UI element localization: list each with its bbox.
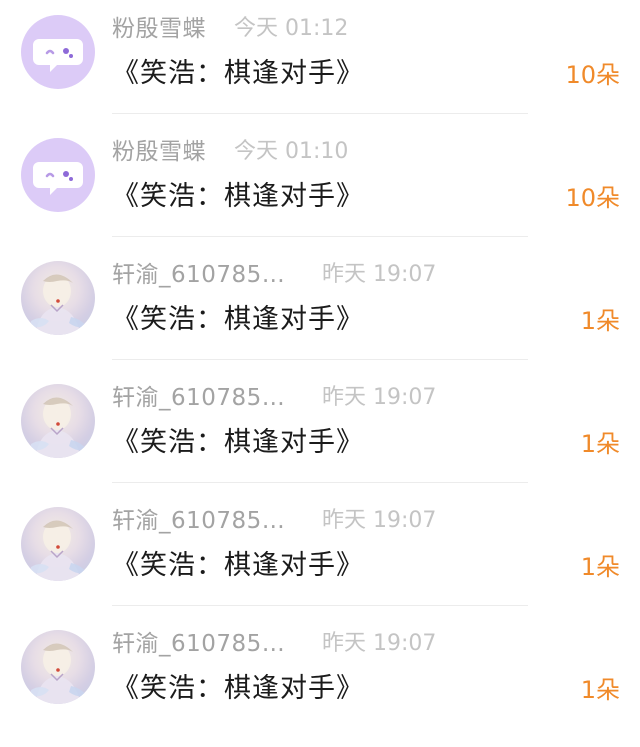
sender-name[interactable]: 轩渝_610785… xyxy=(112,629,285,659)
work-title[interactable]: 《笑浩：棋逢对手》 xyxy=(112,424,364,462)
user-photo xyxy=(31,520,87,581)
timestamp: 昨天 19:07 xyxy=(322,262,437,287)
gift-count: 10朵 xyxy=(565,184,620,212)
work-title[interactable]: 《笑浩：棋逢对手》 xyxy=(112,55,364,93)
sender-name[interactable]: 粉殷雪蝶 xyxy=(112,137,206,167)
work-title[interactable]: 《笑浩：棋逢对手》 xyxy=(112,547,364,585)
work-title[interactable]: 《笑浩：棋逢对手》 xyxy=(112,301,364,339)
sender-name[interactable]: 轩渝_610785… xyxy=(112,383,285,413)
divider xyxy=(112,113,528,114)
list-item[interactable]: 粉殷雪蝶 今天 01:10 《笑浩：棋逢对手》 10朵 xyxy=(0,123,640,246)
divider xyxy=(112,236,528,237)
avatar[interactable] xyxy=(21,138,95,212)
divider xyxy=(112,482,528,483)
avatar[interactable] xyxy=(21,630,95,704)
gift-record-list: 粉殷雪蝶 今天 01:12 《笑浩：棋逢对手》 10朵 粉殷雪蝶 今天 01:1… xyxy=(0,0,640,747)
list-item[interactable]: 粉殷雪蝶 今天 01:12 《笑浩：棋逢对手》 10朵 xyxy=(0,0,640,123)
gift-count: 1朵 xyxy=(580,676,620,704)
divider xyxy=(112,605,528,606)
avatar[interactable] xyxy=(21,261,95,335)
list-item[interactable]: 轩渝_610785… 昨天 19:07 《笑浩：棋逢对手》 1朵 xyxy=(0,369,640,492)
gift-count: 1朵 xyxy=(580,553,620,581)
divider xyxy=(112,359,528,360)
user-photo xyxy=(31,643,87,704)
timestamp: 今天 01:12 xyxy=(234,16,349,41)
timestamp: 昨天 19:07 xyxy=(322,631,437,656)
gift-count: 1朵 xyxy=(580,430,620,458)
list-item[interactable]: 轩渝_610785… 昨天 19:07 《笑浩：棋逢对手》 1朵 xyxy=(0,246,640,369)
sender-name[interactable]: 轩渝_610785… xyxy=(112,506,285,536)
chat-bubble-icon xyxy=(33,162,83,195)
work-title[interactable]: 《笑浩：棋逢对手》 xyxy=(112,178,364,216)
avatar[interactable] xyxy=(21,384,95,458)
work-title[interactable]: 《笑浩：棋逢对手》 xyxy=(112,670,364,708)
avatar[interactable] xyxy=(21,507,95,581)
user-photo xyxy=(31,397,87,458)
timestamp: 今天 01:10 xyxy=(234,139,349,164)
gift-count: 10朵 xyxy=(565,61,620,89)
gift-count: 1朵 xyxy=(580,307,620,335)
chat-bubble-icon xyxy=(33,39,83,72)
timestamp: 昨天 19:07 xyxy=(322,385,437,410)
user-photo xyxy=(31,274,87,335)
list-item[interactable]: 轩渝_610785… 昨天 19:07 《笑浩：棋逢对手》 1朵 xyxy=(0,492,640,615)
sender-name[interactable]: 粉殷雪蝶 xyxy=(112,14,206,44)
sender-name[interactable]: 轩渝_610785… xyxy=(112,260,285,290)
avatar[interactable] xyxy=(21,15,95,89)
list-item[interactable]: 轩渝_610785… 昨天 19:07 《笑浩：棋逢对手》 1朵 xyxy=(0,615,640,738)
timestamp: 昨天 19:07 xyxy=(322,508,437,533)
